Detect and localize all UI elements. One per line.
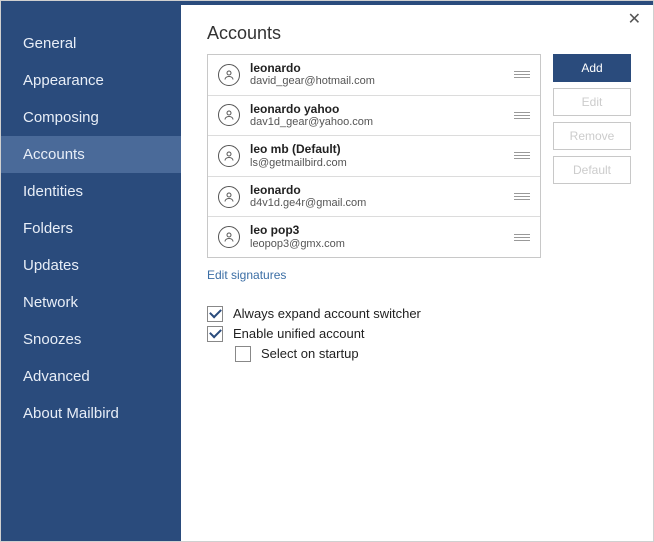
account-row[interactable]: leo pop3 leopop3@gmx.com <box>208 217 540 257</box>
sidebar-item-snoozes[interactable]: Snoozes <box>1 321 181 358</box>
sidebar-item-general[interactable]: General <box>1 25 181 62</box>
account-row[interactable]: leo mb (Default) ls@getmailbird.com <box>208 136 540 177</box>
person-icon <box>218 186 240 208</box>
account-row[interactable]: leonardo d4v1d.ge4r@gmail.com <box>208 177 540 218</box>
options-group: Always expand account switcher Enable un… <box>207 306 631 362</box>
sidebar-item-appearance[interactable]: Appearance <box>1 62 181 99</box>
account-name: leo mb (Default) <box>250 142 514 156</box>
edit-button[interactable]: Edit <box>553 88 631 116</box>
account-actions: Add Edit Remove Default <box>553 54 631 258</box>
person-icon <box>218 64 240 86</box>
option-expand-switcher[interactable]: Always expand account switcher <box>207 306 631 322</box>
account-text: leonardo david_gear@hotmail.com <box>250 61 514 89</box>
account-text: leonardo d4v1d.ge4r@gmail.com <box>250 183 514 211</box>
account-email: ls@getmailbird.com <box>250 157 514 170</box>
account-text: leo mb (Default) ls@getmailbird.com <box>250 142 514 170</box>
accounts-row: leonardo david_gear@hotmail.com leonardo… <box>207 54 631 258</box>
account-email: leopop3@gmx.com <box>250 238 514 251</box>
edit-signatures-link[interactable]: Edit signatures <box>207 268 286 282</box>
settings-window: ✕ General Appearance Composing Accounts … <box>0 0 654 542</box>
sidebar-item-updates[interactable]: Updates <box>1 247 181 284</box>
accounts-list: leonardo david_gear@hotmail.com leonardo… <box>207 54 541 258</box>
drag-handle-icon[interactable] <box>514 234 530 241</box>
drag-handle-icon[interactable] <box>514 152 530 159</box>
account-email: dav1d_gear@yahoo.com <box>250 116 514 129</box>
add-button[interactable]: Add <box>553 54 631 82</box>
account-email: david_gear@hotmail.com <box>250 75 514 88</box>
account-name: leonardo <box>250 61 514 75</box>
account-name: leo pop3 <box>250 223 514 237</box>
person-icon <box>218 104 240 126</box>
option-label: Select on startup <box>261 346 359 361</box>
option-unified-account[interactable]: Enable unified account <box>207 326 631 342</box>
account-email: d4v1d.ge4r@gmail.com <box>250 197 514 210</box>
option-select-startup[interactable]: Select on startup <box>235 346 631 362</box>
person-icon <box>218 226 240 248</box>
account-text: leo pop3 leopop3@gmx.com <box>250 223 514 251</box>
option-label: Enable unified account <box>233 326 365 341</box>
option-label: Always expand account switcher <box>233 306 421 321</box>
settings-sidebar: General Appearance Composing Accounts Id… <box>1 1 181 541</box>
checkbox-unchecked-icon <box>235 346 251 362</box>
sidebar-item-folders[interactable]: Folders <box>1 210 181 247</box>
account-row[interactable]: leonardo david_gear@hotmail.com <box>208 55 540 96</box>
drag-handle-icon[interactable] <box>514 71 530 78</box>
remove-button[interactable]: Remove <box>553 122 631 150</box>
default-button[interactable]: Default <box>553 156 631 184</box>
account-text: leonardo yahoo dav1d_gear@yahoo.com <box>250 102 514 130</box>
sidebar-item-advanced[interactable]: Advanced <box>1 358 181 395</box>
sidebar-item-accounts[interactable]: Accounts <box>1 136 181 173</box>
sidebar-item-about[interactable]: About Mailbird <box>1 395 181 432</box>
checkbox-checked-icon <box>207 306 223 322</box>
checkbox-checked-icon <box>207 326 223 342</box>
sidebar-item-network[interactable]: Network <box>1 284 181 321</box>
account-name: leonardo yahoo <box>250 102 514 116</box>
account-row[interactable]: leonardo yahoo dav1d_gear@yahoo.com <box>208 96 540 137</box>
sidebar-item-composing[interactable]: Composing <box>1 99 181 136</box>
drag-handle-icon[interactable] <box>514 112 530 119</box>
main-panel: Accounts leonardo david_gear@hotmail.com… <box>181 1 653 541</box>
person-icon <box>218 145 240 167</box>
account-name: leonardo <box>250 183 514 197</box>
page-title: Accounts <box>207 23 631 44</box>
sidebar-item-identities[interactable]: Identities <box>1 173 181 210</box>
drag-handle-icon[interactable] <box>514 193 530 200</box>
